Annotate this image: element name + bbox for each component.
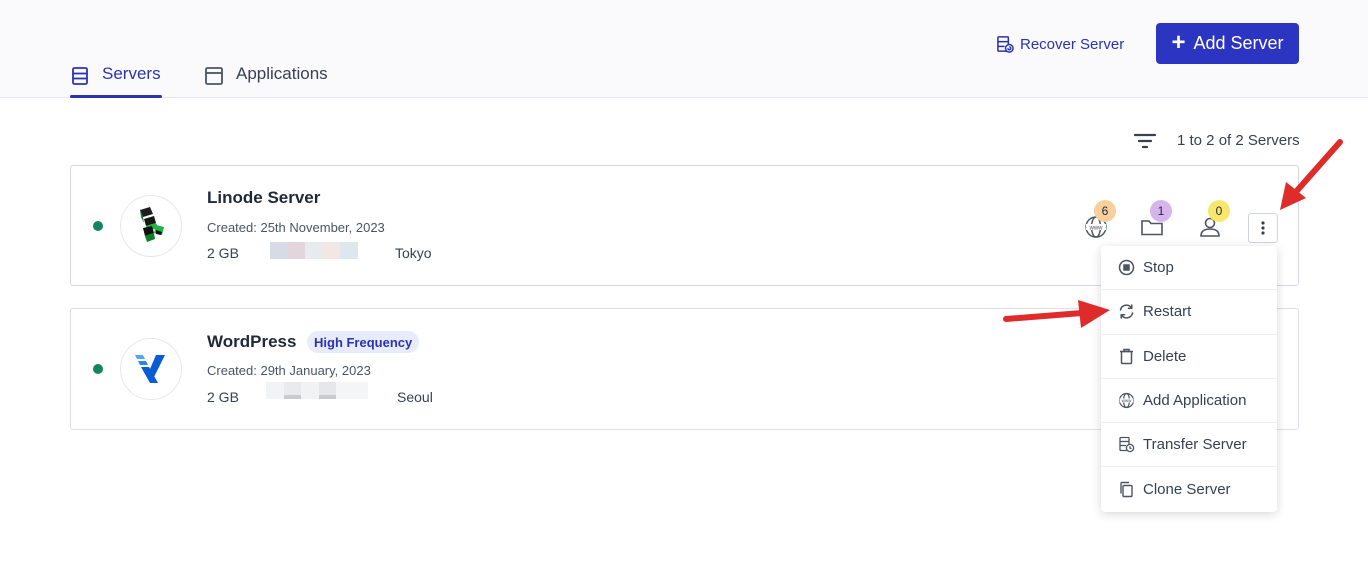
recover-server-icon: [997, 35, 1014, 53]
annotation-arrow: [1003, 300, 1110, 328]
ram-size: 2 GB: [207, 245, 239, 261]
annotation-arrow: [1280, 139, 1343, 210]
kebab-menu-icon: [1261, 221, 1265, 235]
server-actions-menu: Stop Restart Delete www Add Application …: [1101, 246, 1277, 512]
high-frequency-badge: High Frequency: [307, 331, 420, 353]
copy-icon: [1120, 481, 1133, 498]
server-region: Seoul: [397, 389, 433, 405]
menu-item-label: Restart: [1143, 303, 1192, 321]
more-actions-button[interactable]: [1248, 213, 1278, 243]
vultr-logo: [120, 338, 182, 400]
application-window-icon: [205, 67, 223, 85]
transfer-icon: [1119, 437, 1135, 453]
tab-label: Applications: [236, 64, 328, 83]
menu-item-transfer-server[interactable]: Transfer Server: [1101, 423, 1277, 468]
applications-count[interactable]: 1: [1139, 200, 1172, 240]
menu-item-label: Clone Server: [1143, 481, 1231, 499]
status-dot: [93, 221, 103, 231]
add-server-button[interactable]: + Add Server: [1156, 23, 1299, 64]
count-badge: 0: [1208, 200, 1230, 222]
menu-item-delete[interactable]: Delete: [1101, 335, 1277, 379]
menu-item-stop[interactable]: Stop: [1101, 246, 1277, 291]
status-dot: [93, 364, 103, 374]
svg-text:www: www: [1122, 398, 1132, 403]
websites-count[interactable]: www 6: [1083, 200, 1116, 240]
plus-icon: +: [1171, 28, 1186, 56]
created-date: Created: 25th November, 2023: [207, 220, 385, 235]
ip-address-redacted: [270, 242, 358, 259]
top-bar: Servers Applications Recover Server + Ad…: [0, 0, 1368, 98]
users-count[interactable]: 0: [1197, 200, 1230, 240]
ram-size: 2 GB: [207, 389, 239, 405]
menu-item-add-application[interactable]: www Add Application: [1101, 379, 1277, 424]
count-badge: 6: [1094, 200, 1116, 222]
add-server-label: Add Server: [1193, 33, 1284, 53]
menu-item-label: Delete: [1143, 347, 1187, 365]
recover-server-link[interactable]: Recover Server: [996, 34, 1124, 54]
menu-item-label: Transfer Server: [1143, 436, 1247, 454]
recover-server-label: Recover Server: [1020, 35, 1125, 53]
menu-item-clone-server[interactable]: Clone Server: [1101, 467, 1277, 511]
menu-item-label: Add Application: [1143, 392, 1247, 410]
www-globe-icon: www: [1118, 392, 1135, 409]
server-icon: [72, 67, 88, 85]
server-name[interactable]: WordPress: [207, 332, 296, 352]
tab-label: Servers: [102, 64, 161, 83]
ip-address-redacted: [266, 382, 368, 399]
trash-icon: [1120, 348, 1133, 364]
restart-icon: [1119, 304, 1134, 320]
linode-logo: [120, 195, 182, 257]
stop-icon: [1118, 259, 1135, 276]
tab-applications[interactable]: Applications: [204, 64, 344, 98]
menu-item-label: Stop: [1143, 259, 1174, 277]
svg-text:www: www: [1089, 226, 1104, 232]
server-name[interactable]: Linode Server: [207, 188, 320, 208]
server-region: Tokyo: [395, 245, 432, 261]
created-date: Created: 29th January, 2023: [207, 363, 371, 378]
filter-icon[interactable]: [1134, 132, 1156, 150]
menu-item-restart[interactable]: Restart: [1101, 290, 1277, 335]
count-badge: 1: [1150, 200, 1172, 222]
tab-servers[interactable]: Servers: [70, 64, 162, 98]
